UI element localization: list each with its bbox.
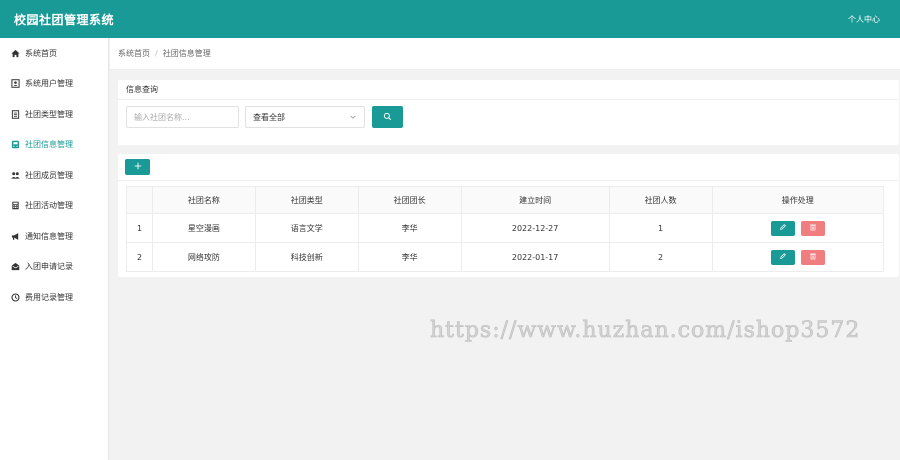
add-button[interactable] bbox=[125, 159, 150, 175]
header-actions: 操作处理 bbox=[711, 186, 884, 214]
select-value: 查看全部 bbox=[253, 112, 285, 122]
cell-leader: 李华 bbox=[357, 213, 462, 243]
trash-icon bbox=[809, 252, 817, 262]
sidebar-item-members[interactable]: 社团成员管理 bbox=[0, 160, 108, 191]
breadcrumb-separator: / bbox=[155, 49, 158, 58]
bullhorn-icon bbox=[11, 232, 20, 241]
row-index: 2 bbox=[126, 242, 153, 272]
trash-icon bbox=[809, 223, 817, 233]
club-type-select[interactable]: 查看全部 bbox=[245, 106, 365, 128]
sidebar-item-applications[interactable]: 入团申请记录 bbox=[0, 252, 108, 283]
chevron-down-icon bbox=[349, 113, 357, 121]
club-info-table: 社团名称 社团类型 社团团长 建立时间 社团人数 操作处理 1 星空漫画 语言文… bbox=[126, 186, 884, 272]
sidebar-item-club-info[interactable]: 社团信息管理 bbox=[0, 130, 108, 161]
sidebar-item-label: 入团申请记录 bbox=[25, 262, 73, 272]
club-name-search-input[interactable] bbox=[126, 106, 239, 128]
breadcrumb-current: 社团信息管理 bbox=[162, 49, 211, 58]
sidebar-item-label: 通知信息管理 bbox=[25, 231, 73, 241]
sidebar-item-activities[interactable]: 社团活动管理 bbox=[0, 191, 108, 222]
plus-icon bbox=[134, 162, 142, 172]
group-icon bbox=[11, 171, 20, 180]
sidebar-item-label: 系统首页 bbox=[25, 48, 57, 58]
search-panel: 信息查询 查看全部 bbox=[118, 80, 899, 145]
divider bbox=[118, 180, 899, 181]
sidebar-item-home[interactable]: 系统首页 bbox=[0, 38, 108, 69]
table-row: 1 星空漫画 语言文学 李华 2022-12-27 1 bbox=[126, 213, 884, 243]
header-type: 社团类型 bbox=[254, 186, 359, 214]
cell-date: 2022-01-17 bbox=[460, 242, 610, 272]
sidebar-item-label: 社团活动管理 bbox=[25, 201, 73, 211]
app-title: 校园社团管理系统 bbox=[14, 12, 115, 27]
header-count: 社团人数 bbox=[608, 186, 713, 214]
cell-count: 2 bbox=[608, 242, 713, 272]
cell-count: 1 bbox=[608, 213, 713, 243]
sidebar-item-label: 系统用户管理 bbox=[25, 79, 73, 89]
search-panel-title: 信息查询 bbox=[118, 80, 899, 100]
top-header: 校园社团管理系统 个人中心 bbox=[0, 0, 900, 38]
cell-actions bbox=[711, 213, 884, 243]
cell-date: 2022-12-27 bbox=[460, 213, 610, 243]
sidebar-item-club-types[interactable]: 社团类型管理 bbox=[0, 99, 108, 130]
table-row: 2 网络攻防 科技创新 李华 2022-01-17 2 bbox=[126, 242, 884, 272]
envelope-icon bbox=[11, 262, 20, 271]
edit-button[interactable] bbox=[770, 220, 795, 236]
breadcrumb: 系统首页 / 社团信息管理 bbox=[110, 38, 900, 70]
data-table-panel: 社团名称 社团类型 社团团长 建立时间 社团人数 操作处理 1 星空漫画 语言文… bbox=[118, 154, 899, 277]
search-icon bbox=[383, 112, 392, 123]
document-icon bbox=[11, 109, 20, 119]
main-content: 系统首页 / 社团信息管理 信息查询 查看全部 社团名称 bbox=[110, 38, 900, 460]
row-index: 1 bbox=[126, 213, 153, 243]
breadcrumb-home[interactable]: 系统首页 bbox=[118, 48, 150, 59]
sidebar-item-notices[interactable]: 通知信息管理 bbox=[0, 221, 108, 252]
delete-button[interactable] bbox=[800, 249, 825, 265]
cell-actions bbox=[711, 242, 884, 272]
header-name: 社团名称 bbox=[152, 186, 256, 214]
sidebar-item-label: 社团信息管理 bbox=[25, 140, 73, 150]
search-button[interactable] bbox=[372, 106, 403, 128]
header-leader: 社团团长 bbox=[357, 186, 462, 214]
sidebar-item-users[interactable]: 系统用户管理 bbox=[0, 69, 108, 100]
sidebar-item-label: 社团成员管理 bbox=[25, 170, 73, 180]
sidebar: 系统首页 系统用户管理 社团类型管理 社团信息管理 社团成员管理 社团活动管理 … bbox=[0, 38, 109, 460]
user-card-icon bbox=[11, 79, 20, 89]
edit-icon bbox=[779, 252, 787, 262]
edit-icon bbox=[779, 223, 787, 233]
home-icon bbox=[11, 49, 20, 58]
sidebar-item-label: 费用记录管理 bbox=[25, 292, 73, 302]
cell-name: 星空漫画 bbox=[152, 213, 256, 243]
cell-leader: 李华 bbox=[357, 242, 462, 272]
delete-button[interactable] bbox=[800, 220, 825, 236]
header-date: 建立时间 bbox=[460, 186, 610, 214]
info-icon bbox=[11, 140, 20, 149]
watermark: https://www.huzhan.com/ishop3572 bbox=[430, 318, 861, 344]
sidebar-item-fees[interactable]: 费用记录管理 bbox=[0, 282, 108, 313]
header-index bbox=[126, 186, 153, 214]
cell-type: 语言文学 bbox=[254, 213, 359, 243]
search-row: 查看全部 bbox=[118, 100, 899, 134]
cell-name: 网络攻防 bbox=[152, 242, 256, 272]
table-header-row: 社团名称 社团类型 社团团长 建立时间 社团人数 操作处理 bbox=[126, 186, 884, 214]
edit-button[interactable] bbox=[770, 249, 795, 265]
calculator-icon bbox=[11, 201, 20, 210]
sidebar-item-label: 社团类型管理 bbox=[25, 109, 73, 119]
personal-center-link[interactable]: 个人中心 bbox=[848, 14, 880, 25]
cell-type: 科技创新 bbox=[254, 242, 359, 272]
clock-icon bbox=[11, 293, 20, 302]
